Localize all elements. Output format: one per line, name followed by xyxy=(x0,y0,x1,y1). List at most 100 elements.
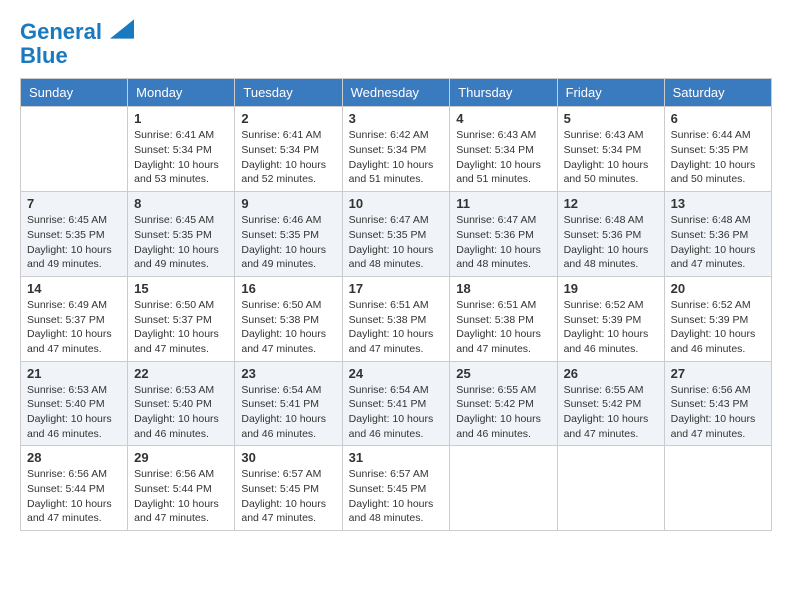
day-info: Sunrise: 6:55 AM Sunset: 5:42 PM Dayligh… xyxy=(564,383,658,442)
day-info: Sunrise: 6:51 AM Sunset: 5:38 PM Dayligh… xyxy=(349,298,444,357)
day-number: 18 xyxy=(456,281,550,296)
day-info: Sunrise: 6:53 AM Sunset: 5:40 PM Dayligh… xyxy=(27,383,121,442)
day-info: Sunrise: 6:52 AM Sunset: 5:39 PM Dayligh… xyxy=(564,298,658,357)
day-cell: 17 Sunrise: 6:51 AM Sunset: 5:38 PM Dayli… xyxy=(342,276,450,361)
day-info: Sunrise: 6:52 AM Sunset: 5:39 PM Dayligh… xyxy=(671,298,765,357)
day-cell: 22 Sunrise: 6:53 AM Sunset: 5:40 PM Dayli… xyxy=(128,361,235,446)
day-info: Sunrise: 6:45 AM Sunset: 5:35 PM Dayligh… xyxy=(27,213,121,272)
day-cell: 14 Sunrise: 6:49 AM Sunset: 5:37 PM Dayli… xyxy=(21,276,128,361)
day-info: Sunrise: 6:57 AM Sunset: 5:45 PM Dayligh… xyxy=(241,467,335,526)
day-number: 23 xyxy=(241,366,335,381)
day-cell: 31Sunrise: 6:57 AM Sunset: 5:45 PM Dayli… xyxy=(342,446,450,531)
day-info: Sunrise: 6:44 AM Sunset: 5:35 PM Dayligh… xyxy=(671,128,765,187)
day-number: 8 xyxy=(134,196,228,211)
day-info: Sunrise: 6:53 AM Sunset: 5:40 PM Dayligh… xyxy=(134,383,228,442)
day-number: 17 xyxy=(349,281,444,296)
day-number: 31 xyxy=(349,450,444,465)
day-number: 21 xyxy=(27,366,121,381)
day-number: 26 xyxy=(564,366,658,381)
day-info: Sunrise: 6:43 AM Sunset: 5:34 PM Dayligh… xyxy=(456,128,550,187)
week-row-2: 7 Sunrise: 6:45 AM Sunset: 5:35 PM Daylig… xyxy=(21,192,772,277)
weekday-sunday: Sunday xyxy=(21,79,128,107)
day-cell: 15 Sunrise: 6:50 AM Sunset: 5:37 PM Dayli… xyxy=(128,276,235,361)
day-info: Sunrise: 6:50 AM Sunset: 5:37 PM Dayligh… xyxy=(134,298,228,357)
day-number: 10 xyxy=(349,196,444,211)
day-cell: 21 Sunrise: 6:53 AM Sunset: 5:40 PM Dayli… xyxy=(21,361,128,446)
day-number: 15 xyxy=(134,281,228,296)
day-cell xyxy=(557,446,664,531)
day-number: 25 xyxy=(456,366,550,381)
day-cell: 28 Sunrise: 6:56 AM Sunset: 5:44 PM Dayli… xyxy=(21,446,128,531)
week-row-4: 21 Sunrise: 6:53 AM Sunset: 5:40 PM Dayli… xyxy=(21,361,772,446)
day-info: Sunrise: 6:55 AM Sunset: 5:42 PM Dayligh… xyxy=(456,383,550,442)
day-cell: 5 Sunrise: 6:43 AM Sunset: 5:34 PM Daylig… xyxy=(557,107,664,192)
day-number: 19 xyxy=(564,281,658,296)
day-info: Sunrise: 6:48 AM Sunset: 5:36 PM Dayligh… xyxy=(671,213,765,272)
weekday-monday: Monday xyxy=(128,79,235,107)
week-row-3: 14 Sunrise: 6:49 AM Sunset: 5:37 PM Dayli… xyxy=(21,276,772,361)
day-number: 7 xyxy=(27,196,121,211)
logo: General Blue xyxy=(20,20,134,68)
logo-line2: Blue xyxy=(20,44,134,68)
day-number: 9 xyxy=(241,196,335,211)
day-number: 12 xyxy=(564,196,658,211)
day-info: Sunrise: 6:50 AM Sunset: 5:38 PM Dayligh… xyxy=(241,298,335,357)
day-cell xyxy=(450,446,557,531)
day-number: 5 xyxy=(564,111,658,126)
day-cell: 20 Sunrise: 6:52 AM Sunset: 5:39 PM Dayli… xyxy=(664,276,771,361)
day-info: Sunrise: 6:47 AM Sunset: 5:35 PM Dayligh… xyxy=(349,213,444,272)
day-info: Sunrise: 6:56 AM Sunset: 5:44 PM Dayligh… xyxy=(134,467,228,526)
day-cell: 25 Sunrise: 6:55 AM Sunset: 5:42 PM Dayli… xyxy=(450,361,557,446)
day-cell: 2Sunrise: 6:41 AM Sunset: 5:34 PM Daylig… xyxy=(235,107,342,192)
page-header: General Blue xyxy=(20,20,772,68)
day-number: 3 xyxy=(349,111,444,126)
day-cell: 19 Sunrise: 6:52 AM Sunset: 5:39 PM Dayli… xyxy=(557,276,664,361)
day-info: Sunrise: 6:41 AM Sunset: 5:34 PM Dayligh… xyxy=(134,128,228,187)
day-cell: 29 Sunrise: 6:56 AM Sunset: 5:44 PM Dayli… xyxy=(128,446,235,531)
day-number: 27 xyxy=(671,366,765,381)
day-number: 6 xyxy=(671,111,765,126)
day-cell: 16Sunrise: 6:50 AM Sunset: 5:38 PM Dayli… xyxy=(235,276,342,361)
day-cell xyxy=(664,446,771,531)
day-cell: 27 Sunrise: 6:56 AM Sunset: 5:43 PM Dayli… xyxy=(664,361,771,446)
day-info: Sunrise: 6:56 AM Sunset: 5:44 PM Dayligh… xyxy=(27,467,121,526)
weekday-header-row: SundayMondayTuesdayWednesdayThursdayFrid… xyxy=(21,79,772,107)
weekday-tuesday: Tuesday xyxy=(235,79,342,107)
calendar-table: SundayMondayTuesdayWednesdayThursdayFrid… xyxy=(20,78,772,531)
weekday-friday: Friday xyxy=(557,79,664,107)
day-info: Sunrise: 6:54 AM Sunset: 5:41 PM Dayligh… xyxy=(349,383,444,442)
weekday-wednesday: Wednesday xyxy=(342,79,450,107)
day-number: 2 xyxy=(241,111,335,126)
calendar-body: 1 Sunrise: 6:41 AM Sunset: 5:34 PM Daylig… xyxy=(21,107,772,531)
day-cell xyxy=(21,107,128,192)
day-number: 1 xyxy=(134,111,228,126)
day-cell: 23 Sunrise: 6:54 AM Sunset: 5:41 PM Dayli… xyxy=(235,361,342,446)
day-cell: 7 Sunrise: 6:45 AM Sunset: 5:35 PM Daylig… xyxy=(21,192,128,277)
week-row-1: 1 Sunrise: 6:41 AM Sunset: 5:34 PM Daylig… xyxy=(21,107,772,192)
day-info: Sunrise: 6:49 AM Sunset: 5:37 PM Dayligh… xyxy=(27,298,121,357)
day-number: 29 xyxy=(134,450,228,465)
day-number: 11 xyxy=(456,196,550,211)
weekday-thursday: Thursday xyxy=(450,79,557,107)
day-info: Sunrise: 6:42 AM Sunset: 5:34 PM Dayligh… xyxy=(349,128,444,187)
day-info: Sunrise: 6:56 AM Sunset: 5:43 PM Dayligh… xyxy=(671,383,765,442)
day-info: Sunrise: 6:46 AM Sunset: 5:35 PM Dayligh… xyxy=(241,213,335,272)
day-info: Sunrise: 6:43 AM Sunset: 5:34 PM Dayligh… xyxy=(564,128,658,187)
day-number: 14 xyxy=(27,281,121,296)
day-number: 20 xyxy=(671,281,765,296)
day-info: Sunrise: 6:54 AM Sunset: 5:41 PM Dayligh… xyxy=(241,383,335,442)
day-info: Sunrise: 6:48 AM Sunset: 5:36 PM Dayligh… xyxy=(564,213,658,272)
logo-text: General xyxy=(20,20,134,44)
day-cell: 9 Sunrise: 6:46 AM Sunset: 5:35 PM Daylig… xyxy=(235,192,342,277)
day-cell: 18Sunrise: 6:51 AM Sunset: 5:38 PM Dayli… xyxy=(450,276,557,361)
day-number: 28 xyxy=(27,450,121,465)
day-cell: 24Sunrise: 6:54 AM Sunset: 5:41 PM Dayli… xyxy=(342,361,450,446)
day-number: 22 xyxy=(134,366,228,381)
day-cell: 11Sunrise: 6:47 AM Sunset: 5:36 PM Dayli… xyxy=(450,192,557,277)
weekday-saturday: Saturday xyxy=(664,79,771,107)
day-cell: 10 Sunrise: 6:47 AM Sunset: 5:35 PM Dayli… xyxy=(342,192,450,277)
day-cell: 8 Sunrise: 6:45 AM Sunset: 5:35 PM Daylig… xyxy=(128,192,235,277)
day-cell: 13Sunrise: 6:48 AM Sunset: 5:36 PM Dayli… xyxy=(664,192,771,277)
day-info: Sunrise: 6:45 AM Sunset: 5:35 PM Dayligh… xyxy=(134,213,228,272)
day-cell: 12 Sunrise: 6:48 AM Sunset: 5:36 PM Dayli… xyxy=(557,192,664,277)
